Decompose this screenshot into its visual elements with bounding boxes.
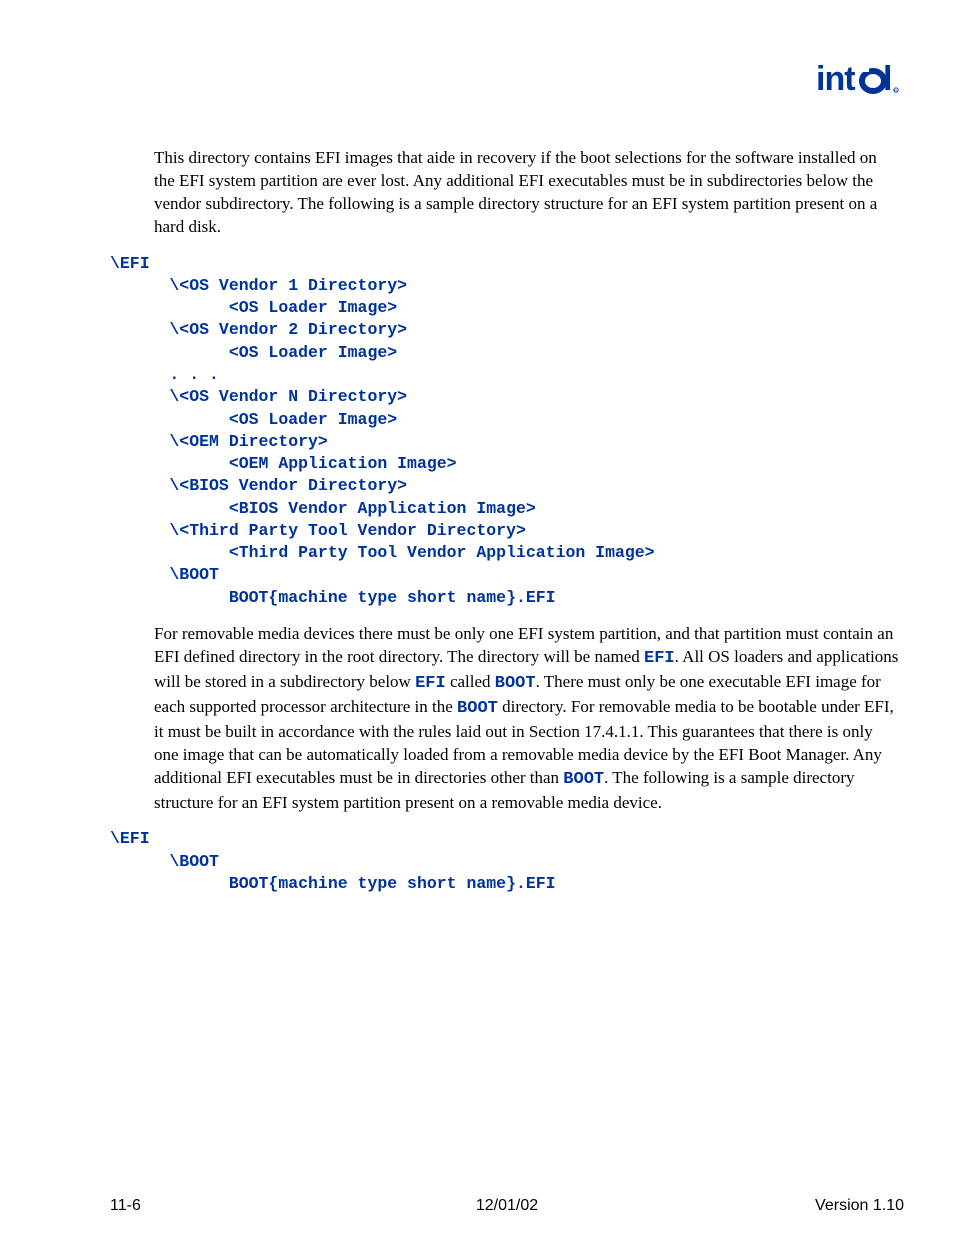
inline-code-efi-2: EFI bbox=[415, 674, 446, 693]
footer-version: Version 1.10 bbox=[815, 1195, 904, 1217]
para2-text-c: called bbox=[446, 672, 495, 691]
inline-code-boot-3: BOOT bbox=[563, 770, 604, 789]
code-block-2: \EFI \BOOT BOOT{machine type short name}… bbox=[110, 828, 904, 895]
paragraph-1: This directory contains EFI images that … bbox=[110, 147, 904, 239]
inline-code-boot-2: BOOT bbox=[457, 699, 498, 718]
intel-logo-icon: int l R bbox=[816, 60, 900, 100]
code-block-1: \EFI \<OS Vendor 1 Directory> <OS Loader… bbox=[110, 253, 904, 609]
inline-code-boot-1: BOOT bbox=[495, 674, 536, 693]
inline-code-efi-1: EFI bbox=[644, 649, 675, 668]
paragraph-2: For removable media devices there must b… bbox=[110, 623, 904, 815]
svg-text:l: l bbox=[883, 60, 892, 98]
svg-text:int: int bbox=[816, 60, 855, 98]
intel-logo: int l R bbox=[110, 60, 904, 107]
footer-date: 12/01/02 bbox=[110, 1195, 904, 1217]
svg-text:R: R bbox=[894, 88, 897, 93]
